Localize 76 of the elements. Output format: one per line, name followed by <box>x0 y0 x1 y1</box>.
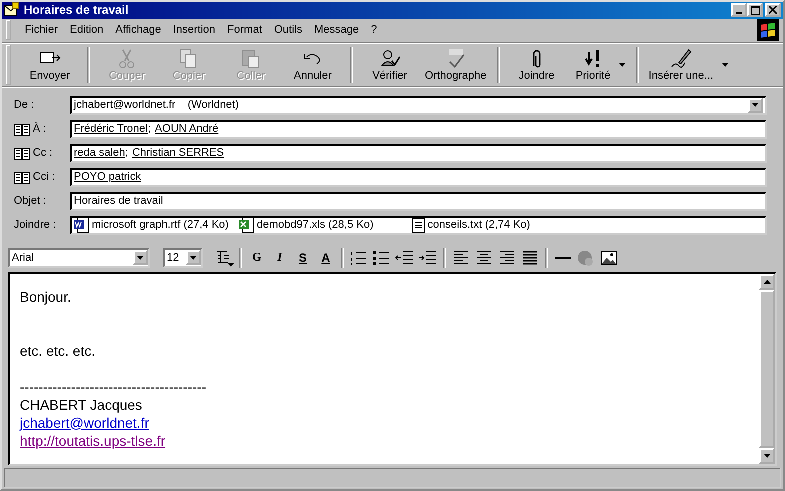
envelope-icon <box>4 2 20 18</box>
maximize-icon <box>750 6 760 15</box>
minimize-button[interactable] <box>731 3 747 18</box>
menu-item[interactable]: ? <box>365 24 384 36</box>
body-text: etc. etc. etc. <box>20 342 96 359</box>
attach-button[interactable]: Joindre <box>506 44 568 86</box>
align-left-icon[interactable] <box>451 248 471 267</box>
send-button[interactable]: Envoyer <box>19 44 81 86</box>
caret-icon <box>752 103 759 108</box>
paragraph-style-icon[interactable] <box>214 248 234 267</box>
menu-item[interactable]: Fichier <box>19 24 64 36</box>
body-text: ---------------------------------------- <box>20 378 206 395</box>
recipient-name[interactable]: Frédéric Tronel <box>74 123 148 136</box>
bullet-list-icon[interactable] <box>372 248 392 267</box>
image-icon[interactable] <box>599 248 619 267</box>
close-icon <box>769 6 777 14</box>
bold-button[interactable]: G <box>247 248 267 267</box>
body-text: Bonjour. <box>20 288 72 305</box>
menu-item[interactable]: Message <box>308 24 366 36</box>
attachment-file[interactable]: microsoft graph.rtf (27,4 Ko) <box>92 219 229 232</box>
link[interactable]: http://toutatis.ups-tlse.fr <box>20 432 166 449</box>
down-arrow-icon <box>764 454 770 458</box>
attachment-file[interactable]: demobd97.xls (28,5 Ko) <box>256 219 374 232</box>
recipient-field[interactable]: Frédéric Tronel; AOUN André <box>70 120 767 139</box>
field-label: Objet : <box>14 195 48 208</box>
indent-icon[interactable] <box>418 248 438 267</box>
font-dropdown[interactable]: Arial <box>8 248 150 268</box>
menu-item[interactable]: Outils <box>268 24 308 36</box>
undo-button[interactable]: Annuler <box>282 44 344 86</box>
recipient-name[interactable]: reda saleh <box>74 147 126 160</box>
menu-item[interactable]: Insertion <box>167 24 222 36</box>
separator-text: ; <box>125 147 128 160</box>
caret-icon <box>137 256 144 260</box>
spell-button[interactable]: Orthographe <box>421 44 491 86</box>
close-button[interactable] <box>765 3 781 18</box>
recipient-name[interactable]: Christian SERRES <box>132 147 224 160</box>
address-book-icon[interactable] <box>14 170 30 184</box>
window-title: Horaires de travail <box>24 3 130 18</box>
outdent-icon[interactable] <box>395 248 415 267</box>
check-button[interactable]: Vérifier <box>359 44 421 86</box>
maximize-button[interactable] <box>747 3 763 18</box>
caret-icon <box>190 256 197 260</box>
font-color-button[interactable]: A <box>316 248 336 267</box>
field-label: À : <box>33 123 46 136</box>
recipient-name[interactable]: POYO patrick <box>74 171 142 184</box>
address-book-icon[interactable] <box>14 146 30 160</box>
recipient-field[interactable]: POYO patrick <box>70 168 767 187</box>
recipient-field[interactable]: reda saleh; Christian SERRES <box>70 144 767 163</box>
field-label: Cci : <box>33 171 55 184</box>
menu-item[interactable]: Format <box>222 24 268 36</box>
sign-button[interactable]: Insérer une... <box>644 44 729 86</box>
up-arrow-icon <box>764 280 770 284</box>
body-text: CHABERT Jacques <box>20 396 142 413</box>
justify-icon[interactable] <box>520 248 540 267</box>
font-size-dropdown[interactable]: 12 <box>163 248 203 268</box>
subject-field[interactable]: Horaires de travail <box>70 192 767 211</box>
menu-item[interactable]: Edition <box>64 24 110 36</box>
scrollbar[interactable] <box>759 274 775 464</box>
pen-icon <box>669 48 694 70</box>
underline-button[interactable]: S <box>293 248 313 267</box>
align-right-icon[interactable] <box>497 248 517 267</box>
sender-dropdown[interactable]: jchabert@worldnet.fr (Worldnet) <box>70 96 767 115</box>
separator-text: ; <box>148 123 152 136</box>
minimize-icon <box>736 12 742 14</box>
attachment-file[interactable]: conseils.txt (2,74 Ko) <box>428 219 530 232</box>
address-book-icon[interactable] <box>14 122 30 136</box>
field-label: Joindre : <box>14 219 58 232</box>
windows-logo-icon <box>757 19 779 42</box>
recipient-name[interactable]: AOUN André <box>155 123 219 136</box>
priority-button[interactable]: Priorité <box>568 44 630 86</box>
menu-item[interactable]: Affichage <box>110 24 168 36</box>
link[interactable]: jchabert@worldnet.fr <box>20 414 150 431</box>
italic-button[interactable]: I <box>270 248 290 267</box>
field-label: De : <box>14 99 36 112</box>
field-label: Cc : <box>33 147 53 160</box>
align-center-icon[interactable] <box>474 248 494 267</box>
